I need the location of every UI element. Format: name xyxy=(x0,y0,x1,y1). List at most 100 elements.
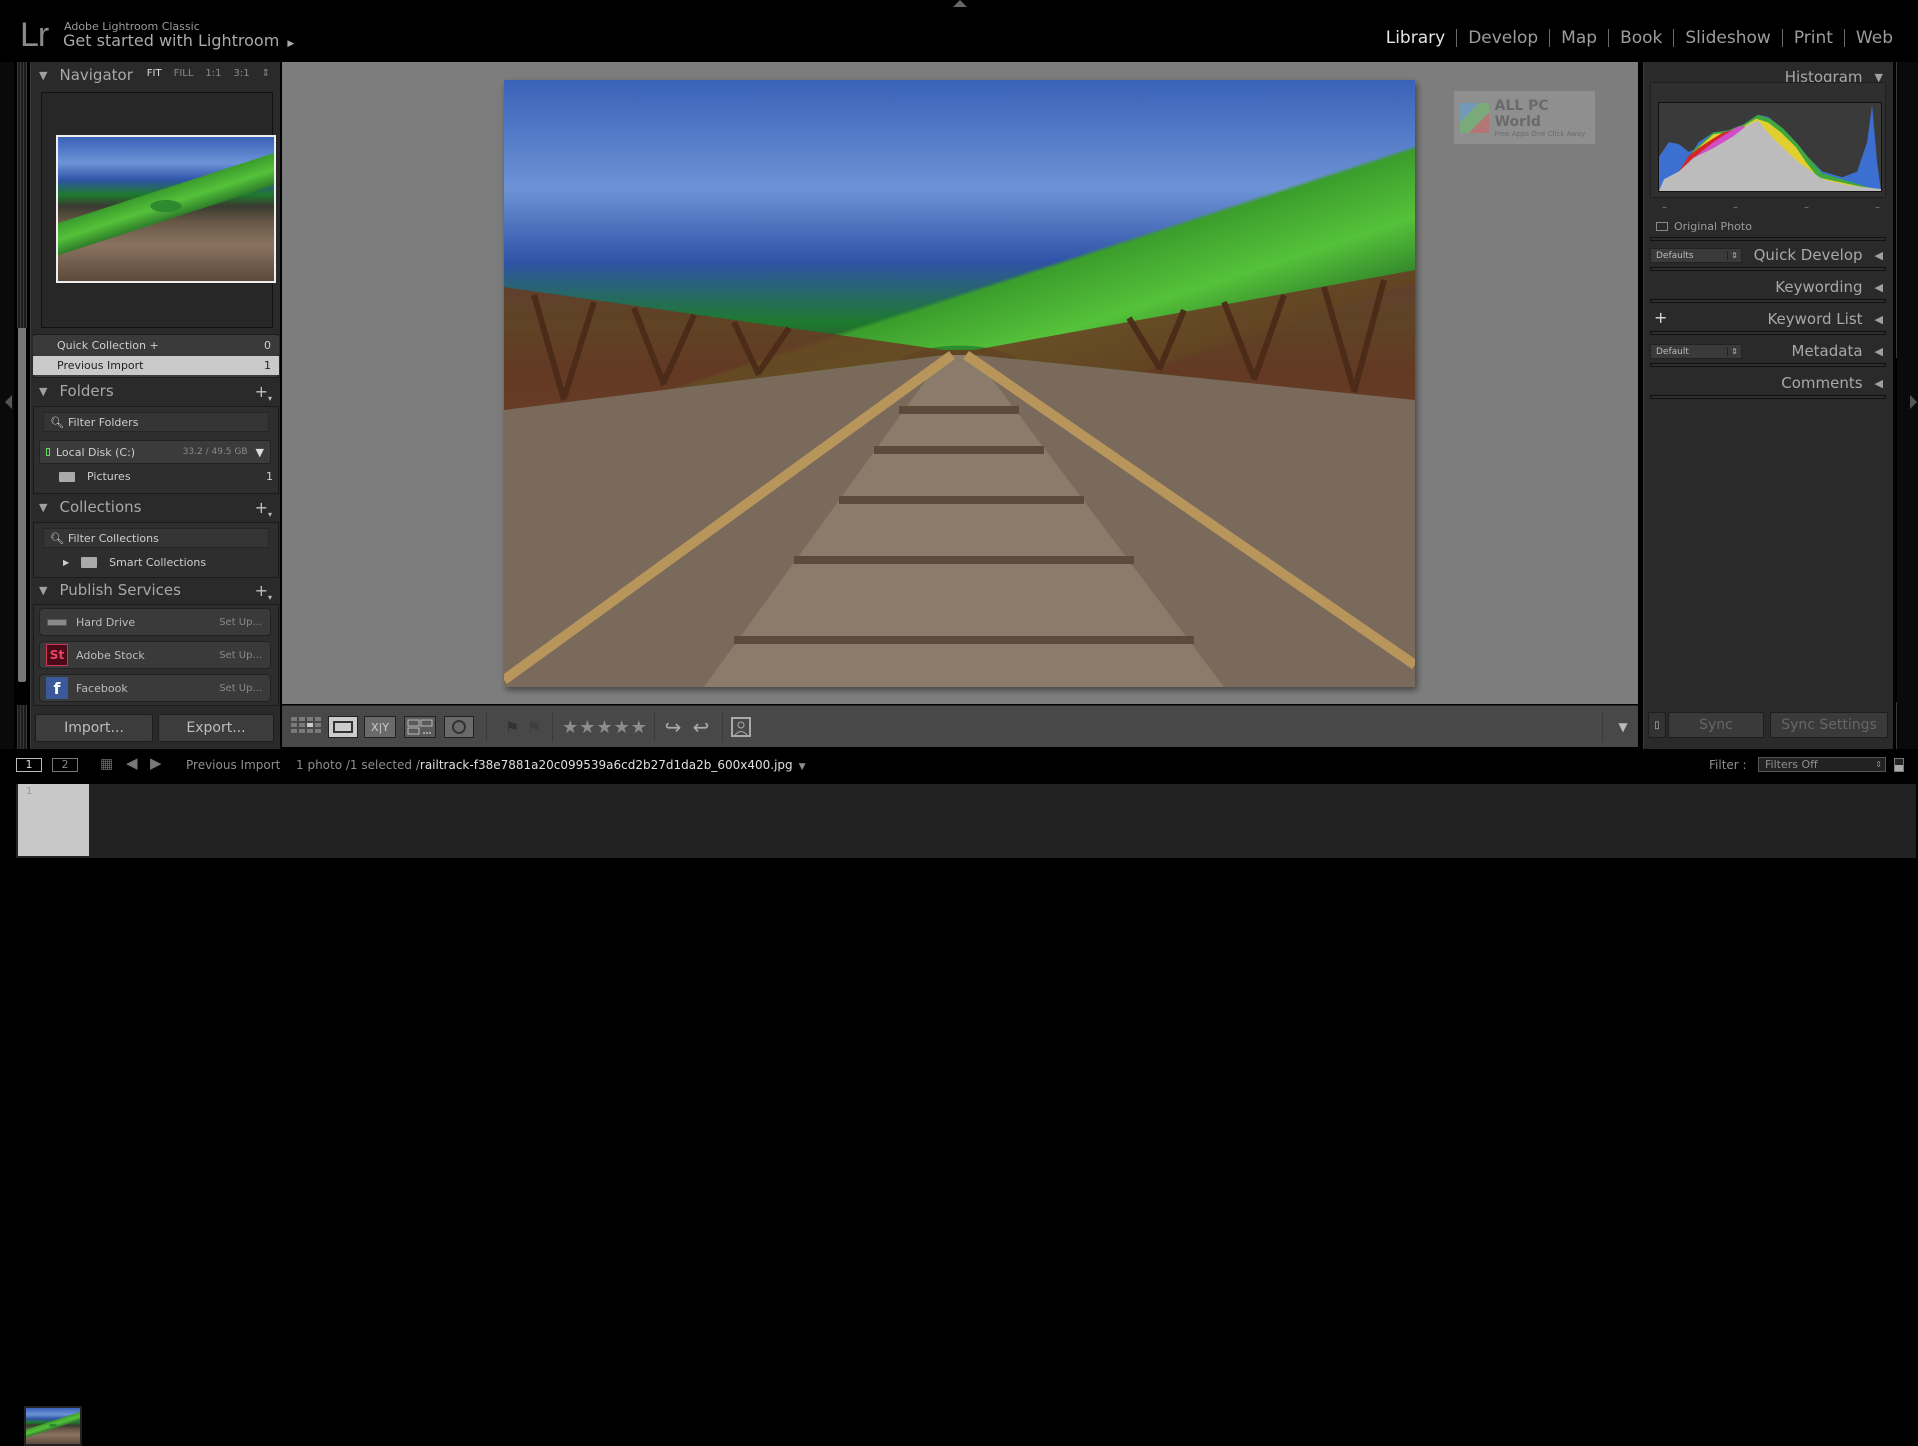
module-picker: Library Develop Map Book Slideshow Print… xyxy=(1375,28,1904,48)
identity-plate[interactable]: Get started with Lightroom ▶ xyxy=(63,31,294,50)
catalog-label: Quick Collection + xyxy=(57,339,159,352)
catalog-quick-collection[interactable]: Quick Collection + 0 xyxy=(33,336,279,355)
volume-name: Local Disk (C:) xyxy=(56,445,136,459)
setup-link[interactable]: Set Up... xyxy=(219,617,262,628)
filter-lock-toggle[interactable] xyxy=(1894,758,1904,772)
setup-link[interactable]: Set Up... xyxy=(219,650,262,661)
filmstrip-info[interactable]: 1 photo /1 selected /railtrack-f38e7881a… xyxy=(296,758,806,772)
zoom-3-1[interactable]: 3:1 xyxy=(234,68,250,79)
zoom-fit[interactable]: FIT xyxy=(147,68,162,79)
import-button[interactable]: Import... xyxy=(35,714,153,742)
sync-settings-button[interactable]: Sync Settings xyxy=(1770,712,1888,738)
filter-label: Filter : xyxy=(1709,758,1747,772)
add-collection-icon[interactable]: +▾ xyxy=(255,498,272,519)
comments-header[interactable]: Comments ◀ xyxy=(1781,374,1883,392)
add-folder-icon[interactable]: +▾ xyxy=(255,382,272,403)
collapse-triangle-icon: ▼ xyxy=(39,583,48,597)
navigator-header[interactable]: ▼ Navigator xyxy=(39,66,133,84)
metadata-preset-select[interactable]: Default ⇕ xyxy=(1650,344,1742,359)
export-button[interactable]: Export... xyxy=(158,714,274,742)
grid-view-icon[interactable] xyxy=(290,716,322,738)
expand-triangle-icon: ▶ xyxy=(63,558,70,567)
module-library[interactable]: Library xyxy=(1375,28,1456,48)
metadata-header[interactable]: Metadata ◀ xyxy=(1792,342,1884,360)
zoom-1-1[interactable]: 1:1 xyxy=(205,68,221,79)
tick: – xyxy=(1875,202,1880,213)
add-keyword-icon[interactable]: + xyxy=(1654,308,1667,327)
filmstrip[interactable] xyxy=(16,784,1916,858)
filmstrip-source[interactable]: Previous Import xyxy=(186,758,280,772)
module-develop[interactable]: Develop xyxy=(1457,28,1549,48)
catalog-previous-import[interactable]: Previous Import 1 xyxy=(33,356,279,375)
module-map[interactable]: Map xyxy=(1550,28,1608,48)
navigator-zoom-options: FIT FILL 1:1 3:1 ⇕ xyxy=(147,68,270,79)
publish-facebook[interactable]: f Facebook Set Up... xyxy=(39,674,271,702)
auto-sync-toggle[interactable]: ▯ xyxy=(1648,712,1666,738)
publish-hard-drive[interactable]: Hard Drive Set Up... xyxy=(39,608,271,636)
volume-local-disk[interactable]: Local Disk (C:) 33.2 / 49.5 GB ▼ xyxy=(39,440,271,464)
publish-services-header[interactable]: ▼ Publish Services xyxy=(39,581,181,599)
loupe-view-icon[interactable] xyxy=(328,716,358,738)
original-photo-toggle[interactable]: Original Photo xyxy=(1656,220,1752,233)
back-arrow-icon[interactable]: ◀ xyxy=(126,754,138,772)
folders-header[interactable]: ▼ Folders xyxy=(39,382,114,400)
module-book[interactable]: Book xyxy=(1609,28,1673,48)
play-arrow-icon: ▶ xyxy=(287,39,295,49)
publish-services-title: Publish Services xyxy=(59,581,181,599)
keywording-header[interactable]: Keywording ◀ xyxy=(1775,278,1883,296)
expand-triangle-icon: ◀ xyxy=(1874,344,1883,358)
zoom-stepper-icon[interactable]: ⇕ xyxy=(262,68,270,79)
sync-button[interactable]: Sync xyxy=(1668,712,1764,738)
star-rating[interactable]: ★★★★★ xyxy=(560,716,650,738)
main-photo[interactable] xyxy=(504,80,1415,687)
collections-header[interactable]: ▼ Collections xyxy=(39,498,141,516)
checkbox-icon[interactable] xyxy=(1656,222,1668,231)
navigator-thumbnail[interactable] xyxy=(56,135,276,283)
quick-develop-preset-select[interactable]: Defaults ⇕ xyxy=(1650,248,1742,263)
main-window-button[interactable]: 1 xyxy=(16,758,42,772)
flag-pick-icon[interactable]: ⚑ xyxy=(504,716,520,738)
divider xyxy=(552,712,553,742)
navigator-preview-area[interactable] xyxy=(41,92,276,328)
survey-view-icon[interactable] xyxy=(404,716,436,738)
right-panel-toggle-icon[interactable] xyxy=(1910,395,1917,409)
toolbar-options-icon[interactable]: ▼ xyxy=(1614,716,1632,738)
filmstrip-cell[interactable]: 1 xyxy=(18,784,89,856)
filmstrip-thumbnail[interactable] xyxy=(24,1406,82,1446)
keyword-list-header[interactable]: Keyword List ◀ xyxy=(1767,310,1883,328)
publish-adobe-stock[interactable]: St Adobe Stock Set Up... xyxy=(39,641,271,669)
quick-develop-header[interactable]: Quick Develop ◀ xyxy=(1754,246,1883,264)
module-slideshow[interactable]: Slideshow xyxy=(1674,28,1781,48)
thumbnail-index: 1 xyxy=(26,786,33,797)
setup-link[interactable]: Set Up... xyxy=(219,683,262,694)
filter-folders-input[interactable]: 🔍︎ Filter Folders xyxy=(43,412,269,432)
grid-icon[interactable]: ▦ xyxy=(100,756,113,772)
filter-select[interactable]: Filters Off ⇕ xyxy=(1758,757,1886,772)
folder-pictures[interactable]: Pictures 1 xyxy=(59,470,273,483)
collection-smart-collections[interactable]: ▶ Smart Collections xyxy=(63,556,206,569)
keyword-list-title: Keyword List xyxy=(1767,310,1863,328)
secondary-window-button[interactable]: 2 xyxy=(52,758,78,772)
module-print[interactable]: Print xyxy=(1783,28,1844,48)
filter-collections-input[interactable]: 🔍︎ Filter Collections xyxy=(43,528,269,548)
catalog-label: Previous Import xyxy=(57,359,144,372)
crop-face-icon[interactable] xyxy=(728,716,754,738)
zoom-fill[interactable]: FILL xyxy=(174,68,194,79)
expand-triangle-icon: ◀ xyxy=(1874,248,1883,262)
metadata-title: Metadata xyxy=(1791,342,1863,360)
histogram-graph[interactable] xyxy=(1658,102,1882,192)
module-web[interactable]: Web xyxy=(1845,28,1904,48)
compare-view-icon[interactable]: X|Y xyxy=(364,716,396,738)
rotate-right-icon[interactable]: ↩ xyxy=(688,715,714,739)
top-panel-toggle-icon[interactable] xyxy=(953,0,967,7)
left-panel-toggle-icon[interactable] xyxy=(5,395,12,409)
forward-arrow-icon[interactable]: ▶ xyxy=(150,754,162,772)
people-view-icon[interactable] xyxy=(444,716,474,738)
divider xyxy=(722,712,723,742)
dropdown-icon: ▼ xyxy=(798,762,806,772)
rotate-left-icon[interactable]: ↪ xyxy=(660,715,686,739)
left-panel-scrollbar[interactable] xyxy=(18,292,26,682)
add-publish-service-icon[interactable]: +▾ xyxy=(255,581,272,602)
expand-triangle-icon: ◀ xyxy=(1874,280,1883,294)
flag-reject-icon[interactable]: ⚑ xyxy=(526,716,542,738)
